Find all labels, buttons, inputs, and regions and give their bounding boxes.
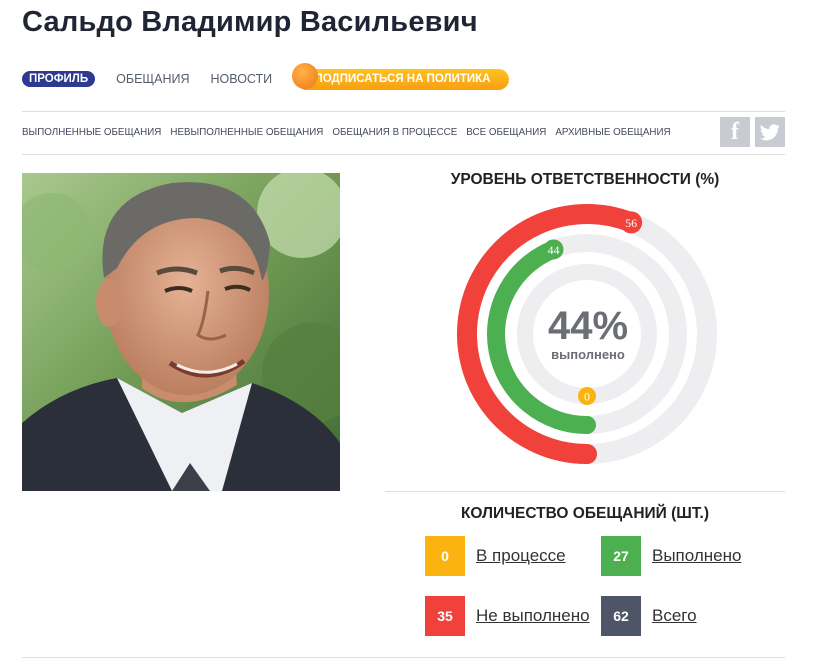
responsibility-title: УРОВЕНЬ ОТВЕТСТВЕННОСТИ (%) — [450, 171, 720, 188]
facebook-share-button[interactable]: f — [720, 117, 750, 147]
profile-tabs: ПРОФИЛЬ ОБЕЩАНИЯ НОВОСТИ — [22, 67, 293, 91]
completion-percent-label: выполнено — [551, 347, 625, 362]
promise-filters: ВЫПОЛНЕННЫЕ ОБЕЩАНИЯ НЕВЫПОЛНЕННЫЕ ОБЕЩА… — [22, 127, 680, 138]
facebook-icon: f — [731, 118, 739, 145]
stat-in-progress-value: 0 — [425, 536, 465, 576]
divider — [22, 657, 785, 658]
stat-total[interactable]: 62 Всего — [601, 596, 697, 636]
page-title: Сальдо Владимир Васильевич — [22, 6, 478, 38]
ring-fulfilled-label: 44 — [548, 243, 560, 257]
stat-fulfilled[interactable]: 27 Выполнено — [601, 536, 741, 576]
subscribe-button[interactable]: ПОДПИСАТЬСЯ НА ПОЛИТИКА — [296, 69, 509, 90]
tab-profile[interactable]: ПРОФИЛЬ — [22, 71, 96, 87]
stat-in-progress[interactable]: 0 В процессе — [425, 536, 566, 576]
divider — [22, 111, 785, 112]
divider — [22, 154, 785, 155]
promise-count-title: КОЛИЧЕСТВО ОБЕЩАНИЙ (ШТ.) — [460, 505, 710, 522]
divider — [385, 491, 785, 492]
subscribe-bubble-icon — [292, 63, 318, 89]
stat-in-progress-link[interactable]: В процессе — [476, 546, 566, 566]
filter-all[interactable]: ВСЕ ОБЕЩАНИЯ — [466, 127, 546, 138]
stat-unfulfilled-value: 35 — [425, 596, 465, 636]
filter-archive[interactable]: АРХИВНЫЕ ОБЕЩАНИЯ — [555, 127, 670, 138]
filter-fulfilled[interactable]: ВЫПОЛНЕННЫЕ ОБЕЩАНИЯ — [22, 127, 161, 138]
twitter-share-button[interactable] — [755, 117, 785, 147]
completion-percent: 44% — [547, 304, 629, 348]
twitter-icon — [760, 123, 780, 140]
filter-unfulfilled[interactable]: НЕВЫПОЛНЕННЫЕ ОБЕЩАНИЯ — [170, 127, 323, 138]
stat-total-value: 62 — [601, 596, 641, 636]
tab-news[interactable]: НОВОСТИ — [211, 72, 273, 86]
stat-unfulfilled[interactable]: 35 Не выполнено — [425, 596, 590, 636]
stat-fulfilled-value: 27 — [601, 536, 641, 576]
tab-promises[interactable]: ОБЕЩАНИЯ — [116, 72, 189, 86]
ring-unfulfilled-label: 56 — [625, 216, 637, 230]
stat-fulfilled-link[interactable]: Выполнено — [652, 546, 741, 566]
politician-photo — [22, 173, 340, 491]
stat-total-link[interactable]: Всего — [652, 606, 697, 626]
ring-in-progress-label: 0 — [584, 390, 590, 404]
stat-unfulfilled-link[interactable]: Не выполнено — [476, 606, 590, 626]
filter-in-progress[interactable]: ОБЕЩАНИЯ В ПРОЦЕССЕ — [332, 127, 457, 138]
